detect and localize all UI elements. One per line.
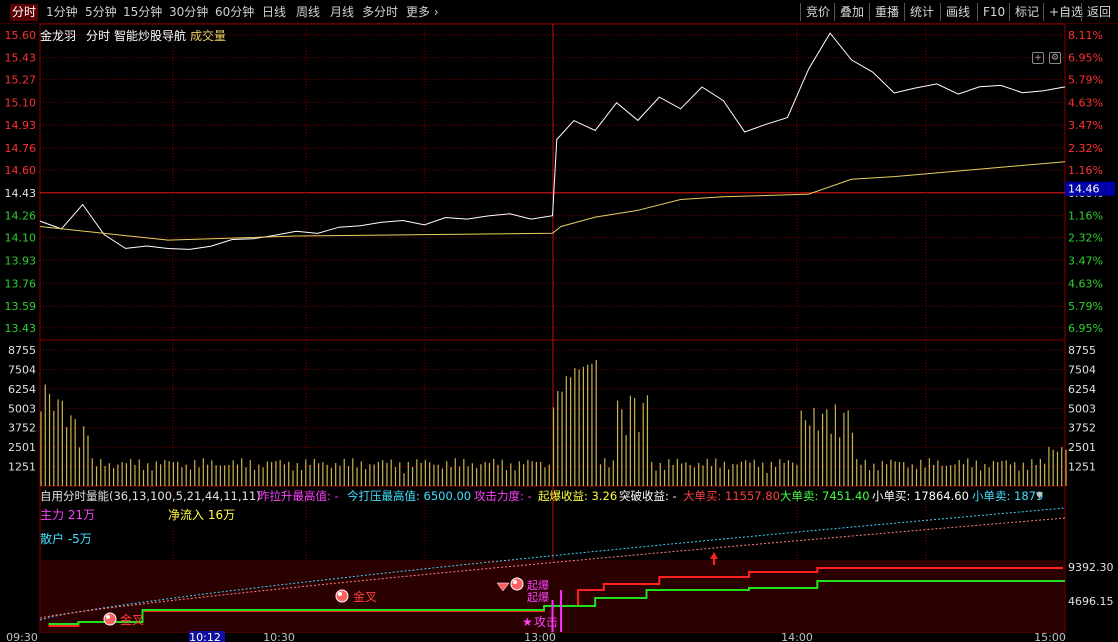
stock-chart-window: 分时 1分钟 5分钟 15分钟 30分钟 60分钟 日线 周线 月线 多分时 更多 › 竞价 叠加 重播… — [0, 0, 1118, 642]
volume-tick-label-right: 2501 — [1068, 441, 1096, 454]
volume-tick-label-right: 5003 — [1068, 402, 1096, 415]
golden-cross-label-1: 金叉 — [120, 612, 144, 627]
chart-title-bar: 金龙羽 分时 智能炒股导航 成交量 + ⚙ — [0, 24, 1118, 64]
pct-tick-label: 1.16% — [1068, 164, 1103, 177]
indicator-item-2: 攻击力度: - — [474, 489, 532, 503]
volume-tick-label: 3752 — [8, 422, 36, 435]
pct-tick-label: 4.63% — [1068, 96, 1103, 109]
pct-tick-label: 6.95% — [1068, 322, 1103, 335]
volume-tick-label: 2501 — [8, 441, 36, 454]
explode-label-b: 起爆 — [527, 590, 549, 604]
price-tick-label: 13.43 — [5, 322, 37, 335]
explode-marker-shine — [513, 580, 517, 584]
golden-cross-label-2: 金叉 — [353, 589, 377, 604]
volume-tick-label-right: 3752 — [1068, 422, 1096, 435]
price-tick-label: 14.10 — [5, 231, 37, 244]
pct-tick-label: 2.32% — [1068, 231, 1103, 244]
price-tick-label: 15.10 — [5, 96, 37, 109]
price-tick-label: 13.76 — [5, 277, 37, 290]
price-tick-label: 13.93 — [5, 254, 37, 267]
chevron-down-icon[interactable]: ▼ — [1036, 489, 1043, 504]
volume-tick-label: 1251 — [8, 461, 36, 474]
intraday-chart[interactable]: 15.60 8.11%15.43 6.95%15.27 5.79%15.10 4.63%… — [0, 0, 1118, 642]
price-tick-label: 14.60 — [5, 164, 37, 177]
time-tick-label: 10:12 — [189, 631, 221, 642]
volume-tick-label-right: 1251 — [1068, 461, 1096, 474]
price-tick-label: 14.93 — [5, 119, 37, 132]
time-tick-label: 10:30 — [263, 631, 295, 642]
explode-marker — [510, 577, 524, 591]
price-tick-label: 14.43 — [5, 187, 37, 200]
expand-icon[interactable]: + — [1032, 52, 1044, 64]
explode-label-a: 起爆 — [527, 578, 549, 592]
pct-tick-label: 3.47% — [1068, 254, 1103, 267]
indicator-item-7: 小单买: 17864.60 — [872, 489, 969, 503]
golden-cross-marker-1 — [103, 612, 117, 626]
time-tick-label: 15:00 — [1034, 631, 1066, 642]
pct-tick-label: 2.32% — [1068, 142, 1103, 155]
volume-tick-label-right: 7504 — [1068, 363, 1096, 376]
price-tick-label: 15.27 — [5, 73, 37, 86]
stock-name: 金龙羽 — [40, 29, 77, 43]
volume-tick-label-right: 6254 — [1068, 383, 1096, 396]
legend-net-inflow: 净流入 16万 — [168, 508, 236, 522]
indicator-item-0: 昨拉升最高值: - — [258, 489, 339, 503]
volume-tick-label: 8755 — [8, 344, 36, 357]
legend-main-force: 主力 21万 — [40, 508, 96, 522]
pct-tick-label: 4.63% — [1068, 277, 1103, 290]
legend-retail: 散户 -5万 — [40, 532, 92, 546]
indicator-tick-label: 9392.30 — [1068, 561, 1114, 574]
volume-tick-label: 7504 — [8, 363, 36, 376]
price-tick-label: 13.59 — [5, 300, 37, 313]
volume-tick-label: 6254 — [8, 383, 36, 396]
golden-cross-marker-2-shine — [338, 592, 342, 596]
volume-title: 成交量 — [190, 29, 227, 43]
indicator-item-5: 大单买: 11557.80 — [683, 489, 780, 503]
volume-tick-label-right: 8755 — [1068, 344, 1096, 357]
star-icon: ★ — [522, 615, 533, 629]
time-tick-label: 14:00 — [781, 631, 813, 642]
pct-tick-label: 5.79% — [1068, 300, 1103, 313]
current-price-label: 14.46 — [1068, 183, 1100, 196]
volume-tick-label: 5003 — [8, 402, 36, 415]
pct-tick-label: 3.47% — [1068, 119, 1103, 132]
golden-cross-marker-2 — [335, 589, 349, 603]
pct-tick-label: 6.95% — [1068, 52, 1103, 65]
view-label: 分时 — [86, 29, 111, 43]
gear-icon[interactable]: ⚙ — [1049, 52, 1061, 64]
indicator-item-4: 突破收益: - — [619, 489, 677, 503]
pct-tick-label: 1.16% — [1068, 210, 1103, 223]
guide-link[interactable]: 智能炒股导航 — [114, 27, 186, 44]
indicator-item-6: 大单卖: 7451.40 — [780, 489, 870, 503]
time-tick-label: 13:00 — [524, 631, 556, 642]
price-tick-label: 14.26 — [5, 210, 37, 223]
price-tick-label: 15.43 — [5, 52, 37, 65]
indicator-tick-label: 4696.15 — [1068, 595, 1114, 608]
indicator-name[interactable]: 自用分时量能(36,13,100,5,21,44,11,11) — [40, 489, 261, 504]
indicator-item-1: 今打压最高值: 6500.00 — [347, 489, 472, 503]
pct-tick-label: 5.79% — [1068, 73, 1103, 86]
attack-label: 攻击 — [534, 615, 558, 629]
indicator-item-8: 小单卖: 1879 — [972, 489, 1044, 503]
time-tick-label: 09:30 — [6, 631, 38, 642]
indicator-item-3: 起爆收益: 3.26 — [538, 489, 618, 503]
price-tick-label: 14.76 — [5, 142, 37, 155]
golden-cross-marker-1-shine — [106, 615, 110, 619]
